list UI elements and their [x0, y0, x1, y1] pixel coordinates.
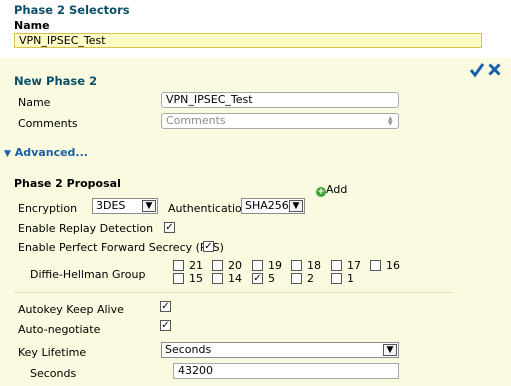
phase2-selectors-section: Phase 2 Selectors Name VPN_IPSEC_Test: [0, 0, 511, 55]
dh-group-checkbox[interactable]: [173, 260, 184, 271]
dh-group-label-item: 16: [386, 259, 400, 272]
key-lifetime-label: Key Lifetime: [18, 346, 87, 359]
dh-group-label: Diffie-Hellman Group: [30, 268, 146, 281]
chevron-down-icon: ▼: [289, 200, 303, 212]
dh-group-label-item: 20: [228, 259, 242, 272]
dh-group-checkbox[interactable]: [331, 273, 342, 284]
add-label: Add: [326, 183, 348, 196]
dh-group-checkbox[interactable]: [212, 260, 223, 271]
dh-group-label-item: 14: [228, 272, 242, 285]
chevron-down-icon: ▼: [142, 200, 156, 212]
selectors-heading: Phase 2 Selectors: [14, 3, 130, 17]
dh-group-checkbox[interactable]: [252, 260, 263, 271]
authentication-select[interactable]: SHA256 ▼: [241, 198, 305, 214]
dh-group-checkbox[interactable]: [291, 273, 302, 284]
dh-group-checkbox[interactable]: [212, 273, 223, 284]
encryption-label: Encryption: [18, 202, 78, 215]
new-phase2-heading: New Phase 2: [14, 74, 98, 88]
autokey-checkbox[interactable]: ✓: [160, 301, 171, 312]
dh-group-checkbox[interactable]: [291, 260, 302, 271]
seconds-input[interactable]: 43200: [173, 363, 399, 379]
autonegotiate-label: Auto-negotiate: [18, 323, 101, 336]
selector-name-field[interactable]: VPN_IPSEC_Test: [14, 33, 482, 48]
dh-group-checkbox[interactable]: [173, 273, 184, 284]
name-input[interactable]: VPN_IPSEC_Test: [161, 92, 399, 108]
autonegotiate-checkbox[interactable]: ✓: [160, 320, 171, 331]
section-divider: [14, 292, 454, 293]
key-lifetime-value: Seconds: [165, 343, 212, 356]
selectors-name-label: Name: [14, 19, 50, 32]
encryption-select[interactable]: 3DES ▼: [92, 198, 158, 214]
dh-group-label-item: 18: [307, 259, 321, 272]
check-icon[interactable]: [469, 62, 485, 78]
plus-circle-icon: +: [316, 187, 326, 197]
dh-group-label-item: 15: [189, 272, 203, 285]
replay-detection-checkbox[interactable]: ✓: [164, 222, 175, 233]
advanced-toggle[interactable]: ▼ Advanced...: [4, 146, 88, 159]
chevron-down-icon: ▼: [383, 344, 397, 356]
proposal-heading: Phase 2 Proposal: [14, 177, 121, 190]
dh-group-label-item: 5: [268, 272, 275, 285]
name-label: Name: [18, 96, 51, 109]
encryption-value: 3DES: [96, 199, 126, 212]
close-icon[interactable]: [488, 63, 501, 76]
advanced-label: Advanced...: [14, 146, 88, 159]
dh-group-label-item: 1: [347, 272, 354, 285]
key-lifetime-select[interactable]: Seconds ▼: [161, 342, 399, 358]
authentication-label: Authentication: [168, 202, 249, 215]
dh-group-label-item: 17: [347, 259, 361, 272]
comments-label: Comments: [18, 117, 78, 130]
dh-group-checkbox[interactable]: [331, 260, 342, 271]
autokey-label: Autokey Keep Alive: [18, 303, 124, 316]
comments-placeholder: Comments: [166, 114, 226, 127]
resize-spinner-icon: ▲ ▼: [388, 115, 393, 127]
pfs-checkbox[interactable]: ✓: [203, 241, 214, 252]
dh-group-checkbox[interactable]: [370, 260, 381, 271]
dh-group-checkbox-selected[interactable]: ✓: [252, 273, 263, 284]
triangle-down-icon: ▼: [4, 149, 11, 159]
dh-group-label-item: 21: [189, 259, 203, 272]
add-proposal-button[interactable]: +Add: [316, 183, 347, 197]
authentication-value: SHA256: [245, 199, 289, 212]
dh-group-label-item: 19: [268, 259, 282, 272]
new-phase2-panel: New Phase 2 Name VPN_IPSEC_Test Comments…: [0, 58, 511, 386]
comments-textarea[interactable]: Comments ▲ ▼: [161, 113, 399, 129]
seconds-label: Seconds: [30, 367, 77, 380]
pfs-label: Enable Perfect Forward Secrecy (PFS): [18, 241, 224, 254]
dh-group-label-item: 2: [307, 272, 314, 285]
replay-detection-label: Enable Replay Detection: [18, 222, 154, 235]
